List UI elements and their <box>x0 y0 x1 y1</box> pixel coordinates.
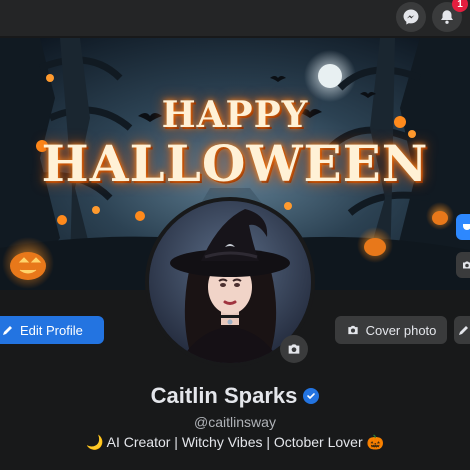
camera-icon <box>463 261 470 269</box>
cover-photo-button[interactable]: Cover photo <box>335 316 447 344</box>
cover-title-line2: HALLOWEEN <box>41 134 429 193</box>
side-camera-button[interactable] <box>456 252 470 278</box>
edit-profile-button[interactable]: Edit Profile <box>0 316 104 344</box>
side-action-button[interactable] <box>456 214 470 240</box>
edit-cover-button[interactable] <box>454 316 470 344</box>
camera-icon <box>288 344 300 354</box>
half-circle-icon <box>463 224 470 230</box>
profile-name-row: Caitlin Sparks <box>0 383 470 409</box>
checkmark-icon <box>307 393 316 400</box>
profile-handle: @caitlinsway <box>194 414 276 430</box>
messenger-icon <box>403 9 419 25</box>
profile-bio: 🌙 AI Creator | Witchy Vibes | October Lo… <box>86 434 384 450</box>
pencil-icon <box>459 326 468 335</box>
profile-name: Caitlin Sparks <box>150 383 298 408</box>
pencil-icon <box>3 326 12 335</box>
camera-icon <box>347 325 358 335</box>
profile-camera-button[interactable] <box>280 335 308 363</box>
edit-profile-label: Edit Profile <box>20 322 83 338</box>
messenger-button[interactable] <box>396 2 426 32</box>
cover-photo-label: Cover photo <box>365 322 437 338</box>
cover-title-line1: HAPPY <box>161 94 309 136</box>
bell-icon <box>441 10 453 24</box>
verified-badge-icon <box>303 388 320 404</box>
